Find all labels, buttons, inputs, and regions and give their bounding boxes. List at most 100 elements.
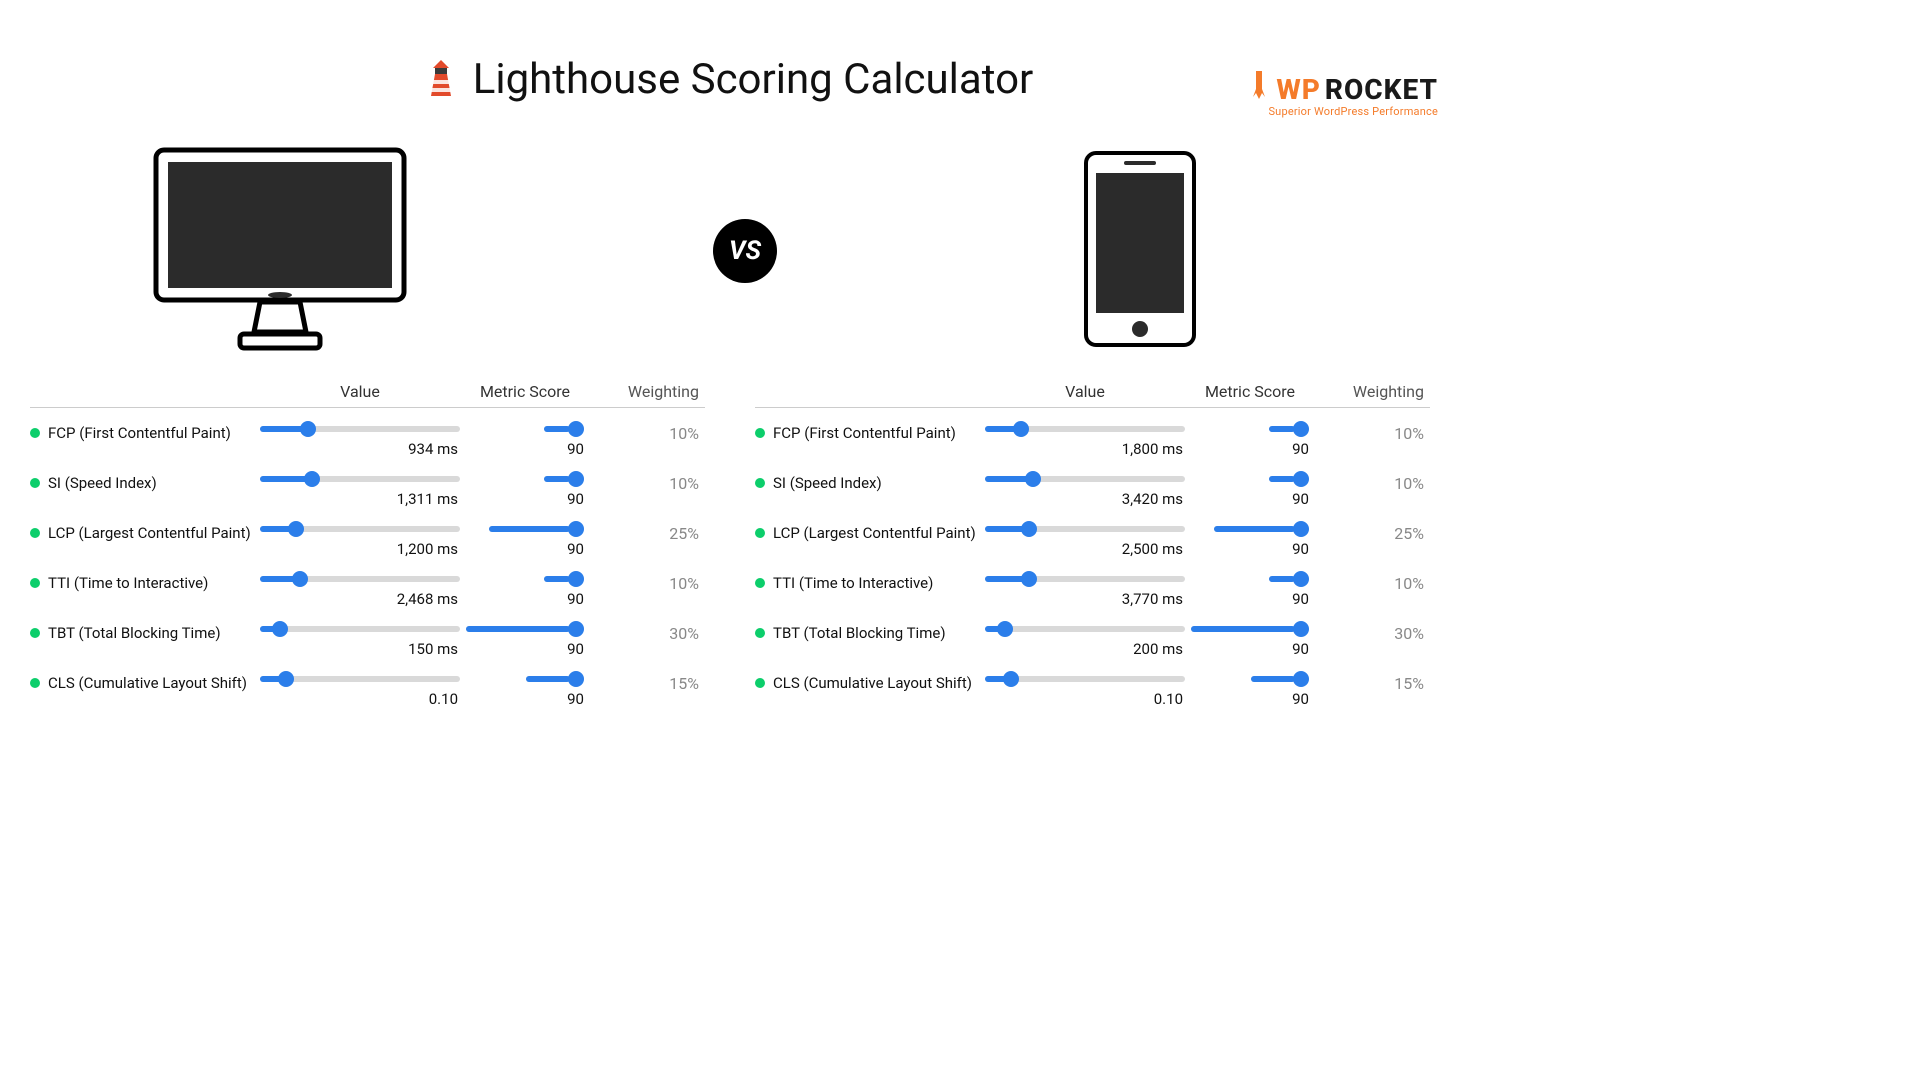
score-cell: 90 bbox=[1185, 622, 1315, 658]
vs-badge: VS bbox=[713, 219, 777, 283]
metric-label-cell: TBT (Total Blocking Time) bbox=[30, 622, 260, 642]
metric-value: 1,311 ms bbox=[260, 490, 460, 508]
rocket-flame-icon bbox=[1250, 69, 1270, 104]
metric-score: 90 bbox=[1185, 440, 1315, 458]
score-cell: 90 bbox=[460, 572, 590, 608]
header-score: Metric Score bbox=[1185, 382, 1315, 401]
status-dot-icon bbox=[755, 578, 765, 588]
status-dot-icon bbox=[30, 428, 40, 438]
value-slider[interactable] bbox=[985, 622, 1185, 634]
metric-value: 1,800 ms bbox=[985, 440, 1185, 458]
status-dot-icon bbox=[755, 528, 765, 538]
metric-label-cell: SI (Speed Index) bbox=[30, 472, 260, 492]
lighthouse-icon bbox=[427, 60, 455, 100]
metric-label-cell: TTI (Time to Interactive) bbox=[30, 572, 260, 592]
value-slider[interactable] bbox=[985, 472, 1185, 484]
score-slider[interactable] bbox=[1269, 422, 1309, 434]
score-slider[interactable] bbox=[1269, 572, 1309, 584]
table-row: LCP (Largest Contentful Paint)2,500 ms90… bbox=[755, 508, 1430, 558]
metric-score: 90 bbox=[460, 440, 590, 458]
value-cell: 1,800 ms bbox=[985, 422, 1185, 458]
value-slider[interactable] bbox=[985, 572, 1185, 584]
metric-value: 3,770 ms bbox=[985, 590, 1185, 608]
brand-rocket: ROCKET bbox=[1325, 76, 1438, 104]
metric-label-cell: FCP (First Contentful Paint) bbox=[30, 422, 260, 442]
metric-value: 0.10 bbox=[260, 690, 460, 708]
table-row: LCP (Largest Contentful Paint)1,200 ms90… bbox=[30, 508, 705, 558]
brand-wp: WP bbox=[1276, 76, 1321, 104]
score-slider[interactable] bbox=[489, 522, 584, 534]
metric-weight: 10% bbox=[1315, 422, 1430, 443]
metric-label: TTI (Time to Interactive) bbox=[48, 574, 208, 592]
brand-tagline: Superior WordPress Performance bbox=[1250, 106, 1438, 117]
metric-score: 90 bbox=[460, 690, 590, 708]
value-cell: 2,468 ms bbox=[260, 572, 460, 608]
status-dot-icon bbox=[30, 528, 40, 538]
value-cell: 0.10 bbox=[260, 672, 460, 708]
value-slider[interactable] bbox=[985, 422, 1185, 434]
header-value: Value bbox=[985, 382, 1185, 401]
score-slider[interactable] bbox=[1214, 522, 1309, 534]
table-row: CLS (Cumulative Layout Shift)0.109015% bbox=[30, 658, 705, 708]
value-slider[interactable] bbox=[985, 522, 1185, 534]
value-cell: 934 ms bbox=[260, 422, 460, 458]
metric-value: 0.10 bbox=[985, 690, 1185, 708]
header-weight: Weighting bbox=[1315, 382, 1430, 401]
score-cell: 90 bbox=[1185, 472, 1315, 508]
value-slider[interactable] bbox=[985, 672, 1185, 684]
page-title: Lighthouse Scoring Calculator bbox=[473, 55, 1034, 104]
value-slider[interactable] bbox=[260, 622, 460, 634]
metric-label: SI (Speed Index) bbox=[48, 474, 157, 492]
metric-score: 90 bbox=[460, 540, 590, 558]
value-slider[interactable] bbox=[260, 422, 460, 434]
metric-score: 90 bbox=[1185, 590, 1315, 608]
metric-score: 90 bbox=[1185, 640, 1315, 658]
table-row: TTI (Time to Interactive) 2,468 ms9010% bbox=[30, 558, 705, 608]
score-slider[interactable] bbox=[1269, 472, 1309, 484]
metric-label: TBT (Total Blocking Time) bbox=[773, 624, 946, 642]
header-value: Value bbox=[260, 382, 460, 401]
value-cell: 3,420 ms bbox=[985, 472, 1185, 508]
metric-weight: 15% bbox=[590, 672, 705, 693]
metric-label-cell: CLS (Cumulative Layout Shift) bbox=[755, 672, 985, 692]
metric-label: FCP (First Contentful Paint) bbox=[48, 424, 231, 442]
metric-weight: 25% bbox=[590, 522, 705, 543]
metric-weight: 30% bbox=[590, 622, 705, 643]
metric-weight: 10% bbox=[1315, 572, 1430, 593]
metric-value: 2,468 ms bbox=[260, 590, 460, 608]
score-slider[interactable] bbox=[544, 472, 584, 484]
score-slider[interactable] bbox=[544, 572, 584, 584]
metric-value: 934 ms bbox=[260, 440, 460, 458]
value-slider[interactable] bbox=[260, 672, 460, 684]
score-cell: 90 bbox=[1185, 672, 1315, 708]
score-slider[interactable] bbox=[1251, 672, 1309, 684]
status-dot-icon bbox=[755, 428, 765, 438]
table-header: Value Metric Score Weighting bbox=[30, 382, 705, 408]
status-dot-icon bbox=[755, 678, 765, 688]
score-slider[interactable] bbox=[544, 422, 584, 434]
metric-label: TBT (Total Blocking Time) bbox=[48, 624, 221, 642]
metric-value: 2,500 ms bbox=[985, 540, 1185, 558]
mobile-panel: Value Metric Score Weighting FCP (First … bbox=[755, 382, 1430, 708]
desktop-panel: Value Metric Score Weighting FCP (First … bbox=[30, 382, 705, 708]
value-slider[interactable] bbox=[260, 522, 460, 534]
metric-value: 150 ms bbox=[260, 640, 460, 658]
desktop-rows: FCP (First Contentful Paint)934 ms9010%S… bbox=[30, 408, 705, 708]
mobile-rows: FCP (First Contentful Paint)1,800 ms9010… bbox=[755, 408, 1430, 708]
score-slider[interactable] bbox=[1191, 622, 1309, 634]
value-cell: 2,500 ms bbox=[985, 522, 1185, 558]
score-slider[interactable] bbox=[526, 672, 584, 684]
metric-label-cell: FCP (First Contentful Paint) bbox=[755, 422, 985, 442]
value-cell: 3,770 ms bbox=[985, 572, 1185, 608]
value-slider[interactable] bbox=[260, 472, 460, 484]
metric-weight: 10% bbox=[1315, 472, 1430, 493]
metric-weight: 30% bbox=[1315, 622, 1430, 643]
table-row: FCP (First Contentful Paint)934 ms9010% bbox=[30, 408, 705, 458]
metric-weight: 10% bbox=[590, 572, 705, 593]
metric-score: 90 bbox=[1185, 490, 1315, 508]
score-slider[interactable] bbox=[466, 622, 584, 634]
value-slider[interactable] bbox=[260, 572, 460, 584]
score-cell: 90 bbox=[460, 472, 590, 508]
metric-weight: 10% bbox=[590, 472, 705, 493]
metric-score: 90 bbox=[1185, 540, 1315, 558]
